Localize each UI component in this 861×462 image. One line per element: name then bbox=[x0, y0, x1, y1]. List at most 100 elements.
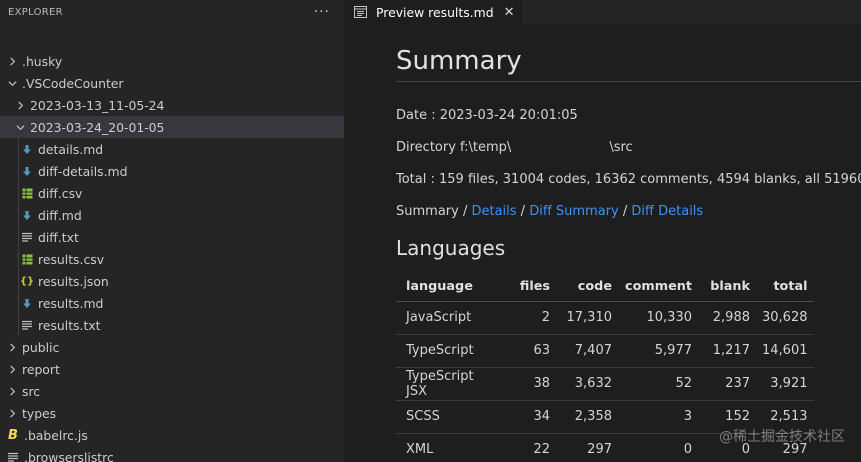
table-cell: 3,632 bbox=[556, 367, 618, 401]
table-cell: XML bbox=[396, 433, 504, 462]
csv-file-icon bbox=[20, 182, 34, 204]
table-cell: SCSS bbox=[396, 400, 504, 434]
tree-file[interactable]: results.csv bbox=[0, 248, 344, 270]
tree-item-label: diff-details.md bbox=[38, 163, 128, 179]
tree-item-label: types bbox=[22, 405, 57, 421]
link-diff-summary[interactable]: Diff Summary bbox=[529, 204, 619, 219]
directory-suffix: \src bbox=[609, 140, 633, 155]
directory-line: Directory f:\temp\ \src bbox=[396, 140, 633, 155]
header-comment: comment bbox=[618, 272, 698, 302]
markdown-file-icon bbox=[20, 292, 34, 314]
table-cell: 2,358 bbox=[556, 400, 618, 434]
indent-guide bbox=[18, 270, 19, 292]
chevron-right-icon[interactable] bbox=[6, 380, 18, 402]
header-total: total bbox=[756, 272, 814, 302]
tree-file[interactable]: results.md bbox=[0, 292, 344, 314]
more-actions-icon[interactable]: ··· bbox=[314, 4, 330, 20]
tree-folder[interactable]: 2023-03-24_20-01-05 bbox=[0, 116, 344, 138]
tree-item-label: diff.txt bbox=[38, 229, 79, 245]
chevron-right-icon[interactable] bbox=[6, 358, 18, 380]
explorer-header: EXPLORER ··· bbox=[0, 0, 344, 24]
nav-separator: / bbox=[516, 204, 530, 219]
indent-guide bbox=[18, 160, 19, 182]
tree-folder[interactable]: .VSCodeCounter bbox=[0, 72, 344, 94]
table-cell: 63 bbox=[504, 334, 556, 368]
table-cell: 3,921 bbox=[756, 367, 814, 401]
summary-heading: Summary bbox=[396, 44, 861, 82]
table-cell: 10,330 bbox=[618, 301, 698, 335]
chevron-right-icon[interactable] bbox=[14, 94, 26, 116]
table-cell: 297 bbox=[556, 433, 618, 462]
table-cell: 17,310 bbox=[556, 301, 618, 335]
table-cell: TypeScript bbox=[396, 334, 504, 368]
table-cell: 7,407 bbox=[556, 334, 618, 368]
tree-file[interactable]: details.md bbox=[0, 138, 344, 160]
markdown-file-icon bbox=[20, 138, 34, 160]
tree-file[interactable]: diff.txt bbox=[0, 226, 344, 248]
tree-item-label: results.md bbox=[38, 295, 104, 311]
preview-icon bbox=[354, 6, 368, 18]
table-cell: 0 bbox=[618, 433, 698, 462]
tree-folder[interactable]: src bbox=[0, 380, 344, 402]
indent-guide bbox=[18, 182, 19, 204]
indent-guide bbox=[18, 138, 19, 160]
tree-folder[interactable]: .husky bbox=[0, 50, 344, 72]
tree-item-label: results.csv bbox=[38, 251, 105, 267]
tree-file[interactable]: diff.csv bbox=[0, 182, 344, 204]
indent-guide bbox=[18, 314, 19, 336]
tree-file[interactable]: results.txt bbox=[0, 314, 344, 336]
chevron-down-icon[interactable] bbox=[14, 116, 26, 138]
tree-item-label: .babelrc.js bbox=[24, 427, 88, 443]
tab-preview-results[interactable]: Preview results.md ✕ bbox=[344, 0, 523, 24]
nav-summary: Summary / bbox=[396, 204, 472, 219]
tree-item-label: .browserslistrc bbox=[24, 449, 114, 462]
table-cell: JavaScript bbox=[396, 301, 504, 335]
tree-item-label: diff.md bbox=[38, 207, 82, 223]
watermark: @稀土掘金技术社区 bbox=[719, 429, 845, 445]
table-row: JavaScript 2 17,310 10,330 2,988 30,628 bbox=[396, 301, 814, 335]
tree-file[interactable]: diff.md bbox=[0, 204, 344, 226]
table-cell: 2,988 bbox=[698, 301, 756, 335]
link-diff-details[interactable]: Diff Details bbox=[631, 204, 703, 219]
table-cell: 2 bbox=[504, 301, 556, 335]
chevron-right-icon[interactable] bbox=[6, 50, 18, 72]
table-cell: 30,628 bbox=[756, 301, 814, 335]
text-file-icon bbox=[20, 314, 34, 336]
table-row: TypeScript JSX 38 3,632 52 237 3,921 bbox=[396, 367, 814, 401]
table-cell: TypeScript JSX bbox=[396, 367, 504, 401]
tree-folder[interactable]: public bbox=[0, 336, 344, 358]
tree-item-label: details.md bbox=[38, 141, 104, 157]
header-language: language bbox=[396, 272, 504, 302]
tree-folder[interactable]: 2023-03-13_11-05-24 bbox=[0, 94, 344, 116]
tree-file[interactable]: {} results.json bbox=[0, 270, 344, 292]
tree-folder[interactable]: report bbox=[0, 358, 344, 380]
tree-file[interactable]: .browserslistrc bbox=[0, 446, 344, 462]
markdown-preview: Summary Date : 2023-03-24 20:01:05 Direc… bbox=[396, 24, 861, 462]
json-file-icon: {} bbox=[19, 275, 35, 287]
close-icon[interactable]: ✕ bbox=[504, 5, 515, 20]
tree-item-label: .husky bbox=[22, 53, 63, 69]
tree-folder[interactable]: types bbox=[0, 402, 344, 424]
table-cell: 5,977 bbox=[618, 334, 698, 368]
tree-item-label: report bbox=[22, 361, 60, 377]
tree-item-label: diff.csv bbox=[38, 185, 83, 201]
text-file-icon bbox=[6, 446, 20, 462]
chevron-right-icon[interactable] bbox=[6, 336, 18, 358]
tree-item-label: 2023-03-13_11-05-24 bbox=[30, 97, 165, 113]
header-files: files bbox=[504, 272, 556, 302]
explorer-sidebar: EXPLORER ··· .husky .VSCodeCounter 2023-03… bbox=[0, 0, 344, 462]
chevron-down-icon[interactable] bbox=[6, 72, 18, 94]
tree-file[interactable]: diff-details.md bbox=[0, 160, 344, 182]
tab-label: Preview results.md bbox=[376, 4, 494, 20]
link-details[interactable]: Details bbox=[471, 204, 516, 219]
header-blank: blank bbox=[698, 272, 756, 302]
chevron-right-icon[interactable] bbox=[6, 402, 18, 424]
file-tree: .husky .VSCodeCounter 2023-03-13_11-05-24 2… bbox=[0, 50, 344, 462]
tree-file[interactable]: B .babelrc.js bbox=[0, 424, 344, 446]
table-cell: 14,601 bbox=[756, 334, 814, 368]
markdown-file-icon bbox=[20, 160, 34, 182]
date-line: Date : 2023-03-24 20:01:05 bbox=[396, 108, 578, 123]
tree-item-label: .VSCodeCounter bbox=[22, 75, 124, 91]
nav-separator: / bbox=[618, 204, 632, 219]
tree-item-label: src bbox=[22, 383, 41, 399]
